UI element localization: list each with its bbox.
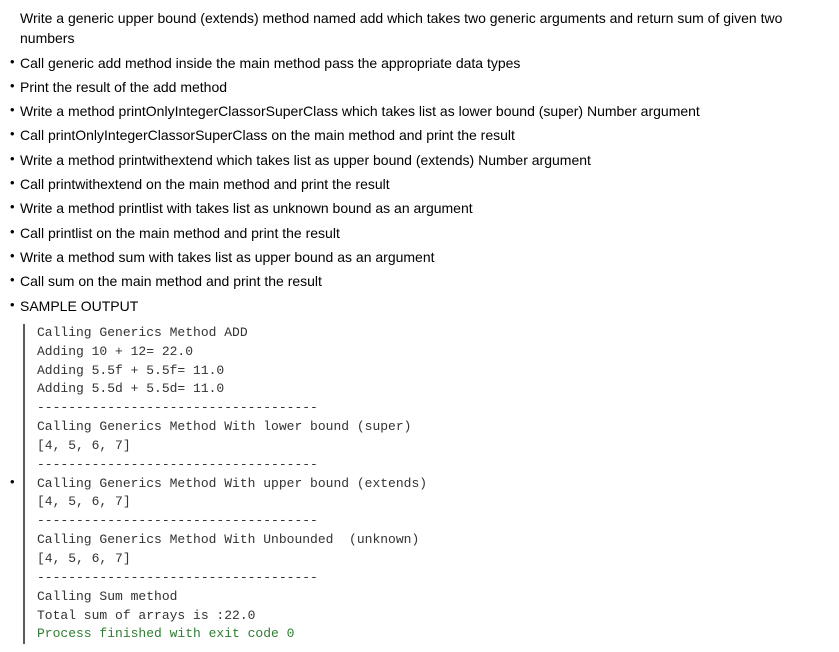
output-line: Calling Generics Method With lower bound…: [37, 418, 829, 437]
output-line: ------------------------------------: [37, 512, 829, 531]
bullet-dot-icon: •: [10, 150, 20, 169]
bullet-text: Write a method sum with takes list as up…: [20, 247, 829, 267]
bullet-item: • Print the result of the add method: [10, 77, 829, 97]
bullet-text: Call printwithextend on the main method …: [20, 174, 829, 194]
output-line: [4, 5, 6, 7]: [37, 493, 829, 512]
bullet-item: • Write a method printwithextend which t…: [10, 150, 829, 170]
bullet-item: • Write a method sum with takes list as …: [10, 247, 829, 267]
bullet-text: SAMPLE OUTPUT: [20, 296, 829, 316]
output-line: Calling Generics Method ADD: [37, 324, 829, 343]
bullet-item: • SAMPLE OUTPUT: [10, 296, 829, 316]
output-line: Adding 5.5d + 5.5d= 11.0: [37, 380, 829, 399]
bullet-text: Print the result of the add method: [20, 77, 829, 97]
bullet-text: Write a method printwithextend which tak…: [20, 150, 829, 170]
bullet-item: • Call printOnlyIntegerClassorSuperClass…: [10, 125, 829, 145]
output-line: ------------------------------------: [37, 399, 829, 418]
instruction-bullet-list: • Call generic add method inside the mai…: [10, 53, 829, 316]
output-exit-line: Process finished with exit code 0: [37, 625, 829, 644]
output-line: [4, 5, 6, 7]: [37, 550, 829, 569]
bullet-text: Call printlist on the main method and pr…: [20, 223, 829, 243]
output-line: ------------------------------------: [37, 569, 829, 588]
instruction-first-line: Write a generic upper bound (extends) me…: [20, 8, 829, 49]
bullet-dot-icon: •: [10, 271, 20, 290]
bullet-dot-icon: •: [10, 223, 20, 242]
output-line: Calling Generics Method With Unbounded (…: [37, 531, 829, 550]
bullet-dot-icon: •: [10, 296, 20, 315]
bullet-text: Call printOnlyIntegerClassorSuperClass o…: [20, 125, 829, 145]
bullet-dot-icon: •: [10, 198, 20, 217]
bullet-item: • Call printwithextend on the main metho…: [10, 174, 829, 194]
output-line: ------------------------------------: [37, 456, 829, 475]
bullet-text: Write a method printlist with takes list…: [20, 198, 829, 218]
output-line: Calling Generics Method With upper bound…: [37, 475, 829, 494]
output-line: Calling Sum method: [37, 588, 829, 607]
bullet-text: Write a method printOnlyIntegerClassorSu…: [20, 101, 829, 121]
output-line: [4, 5, 6, 7]: [37, 437, 829, 456]
bullet-item: • Call generic add method inside the mai…: [10, 53, 829, 73]
bullet-item: • Write a method printOnlyIntegerClassor…: [10, 101, 829, 121]
bullet-dot-icon: •: [10, 174, 20, 193]
bullet-dot-icon: •: [10, 101, 20, 120]
output-line: Adding 10 + 12= 22.0: [37, 343, 829, 362]
sample-output-block: Calling Generics Method ADD Adding 10 + …: [23, 324, 829, 644]
bullet-item: • Call sum on the main method and print …: [10, 271, 829, 291]
bullet-item: • Call printlist on the main method and …: [10, 223, 829, 243]
bullet-text: Call sum on the main method and print th…: [20, 271, 829, 291]
output-line: Adding 5.5f + 5.5f= 11.0: [37, 362, 829, 381]
bullet-item: • Write a method printlist with takes li…: [10, 198, 829, 218]
output-line: Total sum of arrays is :22.0: [37, 607, 829, 626]
bullet-dot-icon: •: [10, 473, 20, 492]
bullet-dot-icon: •: [10, 247, 20, 266]
bullet-dot-icon: •: [10, 77, 20, 96]
bullet-text: Call generic add method inside the main …: [20, 53, 829, 73]
bullet-dot-icon: •: [10, 53, 20, 72]
bullet-dot-icon: •: [10, 125, 20, 144]
